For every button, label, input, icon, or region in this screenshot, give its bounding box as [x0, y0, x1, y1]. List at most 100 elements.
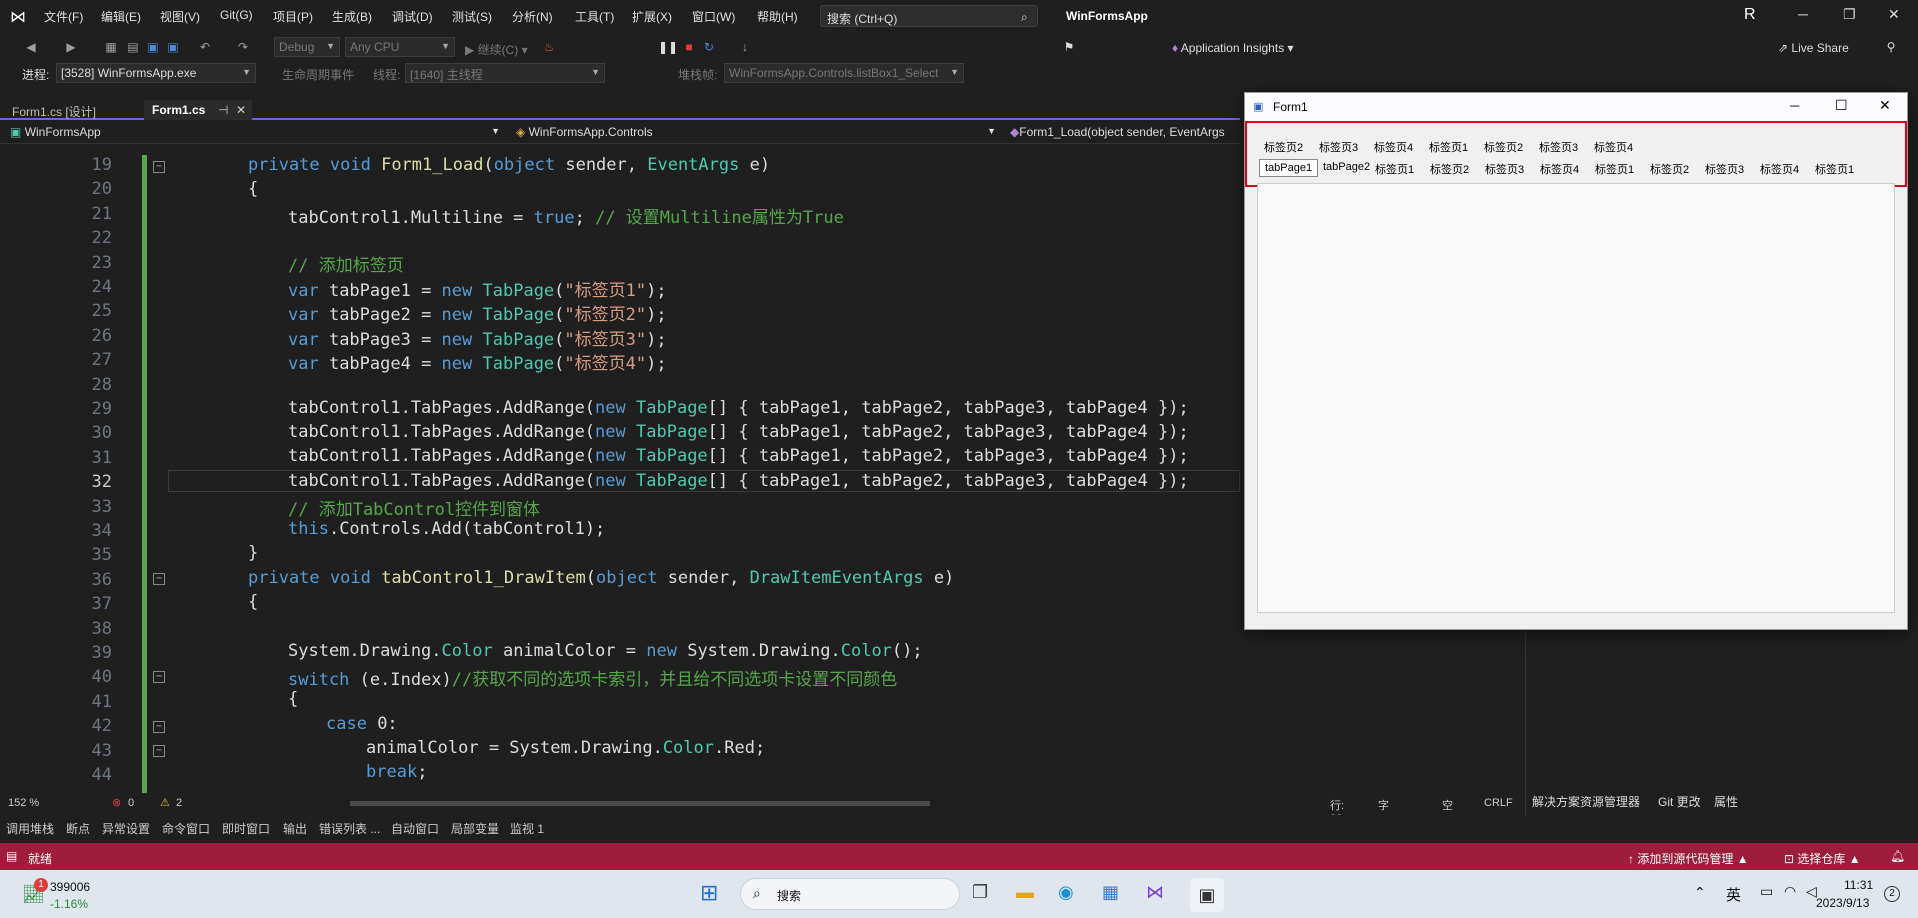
form-tab[interactable]: 标签页4 — [1369, 137, 1418, 157]
form-tab[interactable]: 标签页4 — [1755, 159, 1804, 179]
notification-count[interactable]: 2 — [1884, 886, 1900, 902]
tray-chevron-icon[interactable]: ⌃ — [1694, 884, 1706, 901]
search-input[interactable]: 搜索 (Ctrl+Q) ⌕ — [820, 5, 1038, 27]
stop-icon[interactable]: ■ — [682, 40, 696, 54]
display-icon[interactable]: ▭ — [1760, 883, 1773, 900]
form-tab[interactable]: 标签页2 — [1645, 159, 1694, 179]
form-tab[interactable]: 标签页3 — [1534, 137, 1583, 157]
continue-button[interactable]: ▶ 继续(C) ▾ — [465, 41, 528, 58]
form-tab[interactable]: 标签页3 — [1700, 159, 1749, 179]
lifecycle-label[interactable]: 生命周期事件 — [282, 66, 354, 83]
tool-window-tab[interactable]: 监视 1 — [510, 820, 544, 837]
restore-icon[interactable]: ❐ — [1843, 6, 1856, 23]
form-minimize-icon[interactable]: ─ — [1790, 98, 1799, 113]
menu-item[interactable]: 调试(D) — [392, 8, 433, 25]
scrollbar-horizontal[interactable] — [350, 801, 930, 806]
form-tab[interactable]: 标签页1 — [1810, 159, 1859, 179]
menu-item[interactable]: 文件(F) — [44, 8, 83, 25]
hot-reload-icon[interactable]: ♨ — [542, 40, 556, 54]
project-select[interactable]: ▣ WinFormsApp ▼ — [4, 124, 504, 142]
form-tab[interactable]: 标签页2 — [1425, 159, 1474, 179]
process-select[interactable]: [3528] WinFormsApp.exe ▼ — [56, 63, 256, 83]
new-project-icon[interactable]: ▦ — [104, 40, 118, 54]
menu-item[interactable]: 窗口(W) — [692, 8, 735, 25]
form-tab[interactable]: 标签页4 — [1535, 159, 1584, 179]
error-icon[interactable]: ⊗ — [112, 796, 121, 809]
minimize-icon[interactable]: ─ — [1798, 6, 1808, 22]
stack-select[interactable]: WinFormsApp.Controls.listBox1_Select ▼ — [724, 63, 964, 83]
tool-window-tab[interactable]: 异常设置 — [102, 820, 150, 837]
fold-toggle-icon[interactable]: − — [153, 671, 165, 683]
active-app-icon[interactable]: ▣ — [1190, 878, 1224, 912]
store-icon[interactable]: ▦ — [1102, 882, 1119, 903]
member-select[interactable]: ◆Form1_Load(object sender, EventArgs — [1004, 124, 1240, 142]
tool-window-tab[interactable]: 自动窗口 — [391, 820, 439, 837]
form-tab[interactable]: 标签页1 — [1424, 137, 1473, 157]
menu-item[interactable]: 工具(T) — [575, 8, 614, 25]
select-repo-button[interactable]: ⊡ 选择仓库 ▲ — [1784, 850, 1861, 867]
tool-window-tab[interactable]: 局部变量 — [451, 820, 499, 837]
fold-toggle-icon[interactable]: − — [153, 721, 165, 733]
restart-icon[interactable]: ↻ — [702, 40, 716, 54]
feedback-icon[interactable]: ⚲ — [1884, 40, 1898, 54]
menu-item[interactable]: 视图(V) — [160, 8, 200, 25]
undo-icon[interactable]: ↶ — [198, 40, 212, 54]
save-icon[interactable]: ▣ — [146, 40, 160, 54]
pause-icon[interactable]: ❚❚ — [658, 40, 678, 54]
menu-item[interactable]: 分析(N) — [512, 8, 553, 25]
form-tab[interactable]: 标签页1 — [1370, 159, 1419, 179]
tool-window-tab[interactable]: 输出 — [283, 820, 307, 837]
form-maximize-icon[interactable]: ☐ — [1835, 97, 1848, 114]
menu-item[interactable]: 测试(S) — [452, 8, 492, 25]
notification-bell-icon[interactable]: 🔔︎ — [1890, 849, 1905, 863]
redo-icon[interactable]: ↷ — [236, 40, 250, 54]
file-explorer-icon[interactable]: ▬ — [1016, 882, 1034, 903]
form-tab[interactable]: 标签页4 — [1589, 137, 1638, 157]
tool-window-tab[interactable]: 断点 — [66, 820, 90, 837]
form-close-icon[interactable]: ✕ — [1879, 97, 1891, 114]
menu-item[interactable]: 项目(P) — [273, 8, 313, 25]
eol-indicator[interactable]: CRLF — [1484, 797, 1513, 809]
live-share-button[interactable]: ⇗ Live Share — [1778, 41, 1849, 55]
form-tab[interactable]: 标签页1 — [1590, 159, 1639, 179]
class-select[interactable]: ◈ WinFormsApp.Controls ▼ — [510, 124, 1000, 142]
tool-window-tab[interactable]: 即时窗口 — [222, 820, 270, 837]
clock-date[interactable]: 2023/9/13 — [1816, 896, 1869, 910]
tool-window-tab[interactable]: 错误列表 ... — [319, 820, 380, 837]
right-panel-tab[interactable]: 属性 — [1714, 793, 1738, 810]
menu-item[interactable]: 编辑(E) — [101, 8, 141, 25]
app-insights-button[interactable]: ♦ Application Insights ▾ — [1172, 41, 1294, 55]
back-icon[interactable]: ◀ — [24, 40, 38, 54]
start-icon[interactable]: ⊞ — [700, 880, 718, 906]
form-tab[interactable]: 标签页2 — [1479, 137, 1528, 157]
user-avatar[interactable]: R — [1744, 6, 1756, 24]
tab-form1-designer[interactable]: Form1.cs [设计] — [4, 100, 104, 120]
output-icon[interactable]: ▤ — [6, 849, 17, 863]
zoom-select[interactable]: 152 % — [8, 797, 39, 809]
open-icon[interactable]: ▤ — [126, 40, 140, 54]
code-editor[interactable]: 19 20 21 22 23 24 25 26 27 28 29 30 31 32 33 34 35 36 37 38… — [0, 145, 1240, 793]
step-icon[interactable]: ↓ — [738, 40, 752, 54]
menu-item[interactable]: Git(G) — [220, 8, 253, 22]
form-tab-selected[interactable]: tabPage1 — [1259, 159, 1319, 177]
tool-window-tab[interactable]: 调用堆栈 — [6, 820, 54, 837]
tab-form1-code[interactable]: Form1.cs ⊣ ✕ — [144, 100, 252, 120]
add-source-control-button[interactable]: ↑ 添加到源代码管理 ▲ — [1628, 850, 1749, 867]
taskbar-search[interactable]: ⌕ 搜索 — [740, 878, 960, 910]
close-tab-icon[interactable]: ✕ — [236, 103, 246, 117]
config-select[interactable]: Debug ▼ — [274, 37, 340, 57]
ime-indicator[interactable]: 英 — [1726, 884, 1741, 905]
fold-toggle-icon[interactable]: − — [153, 161, 165, 173]
warning-icon[interactable]: ⚠ — [160, 796, 170, 809]
right-panel-tab[interactable]: Git 更改 — [1658, 793, 1701, 810]
menu-item[interactable]: 生成(B) — [332, 8, 372, 25]
visual-studio-icon[interactable]: ⋈ — [1146, 882, 1164, 903]
fold-toggle-icon[interactable]: − — [153, 745, 165, 757]
save-all-icon[interactable]: ▣ — [166, 40, 180, 54]
task-view-icon[interactable]: ❐ — [972, 882, 988, 903]
right-panel-tab[interactable]: 解决方案资源管理器 — [1532, 793, 1640, 810]
menu-item[interactable]: 扩展(X) — [632, 8, 672, 25]
form1-window[interactable]: ▣ Form1 ─ ☐ ✕ 标签页2 标签页3 标签页4 标签页1 标签页2 标签页3 标签… — [1244, 92, 1908, 630]
platform-select[interactable]: Any CPU ▼ — [345, 37, 455, 57]
bookmark-icon[interactable]: ⚑ — [1062, 40, 1076, 54]
